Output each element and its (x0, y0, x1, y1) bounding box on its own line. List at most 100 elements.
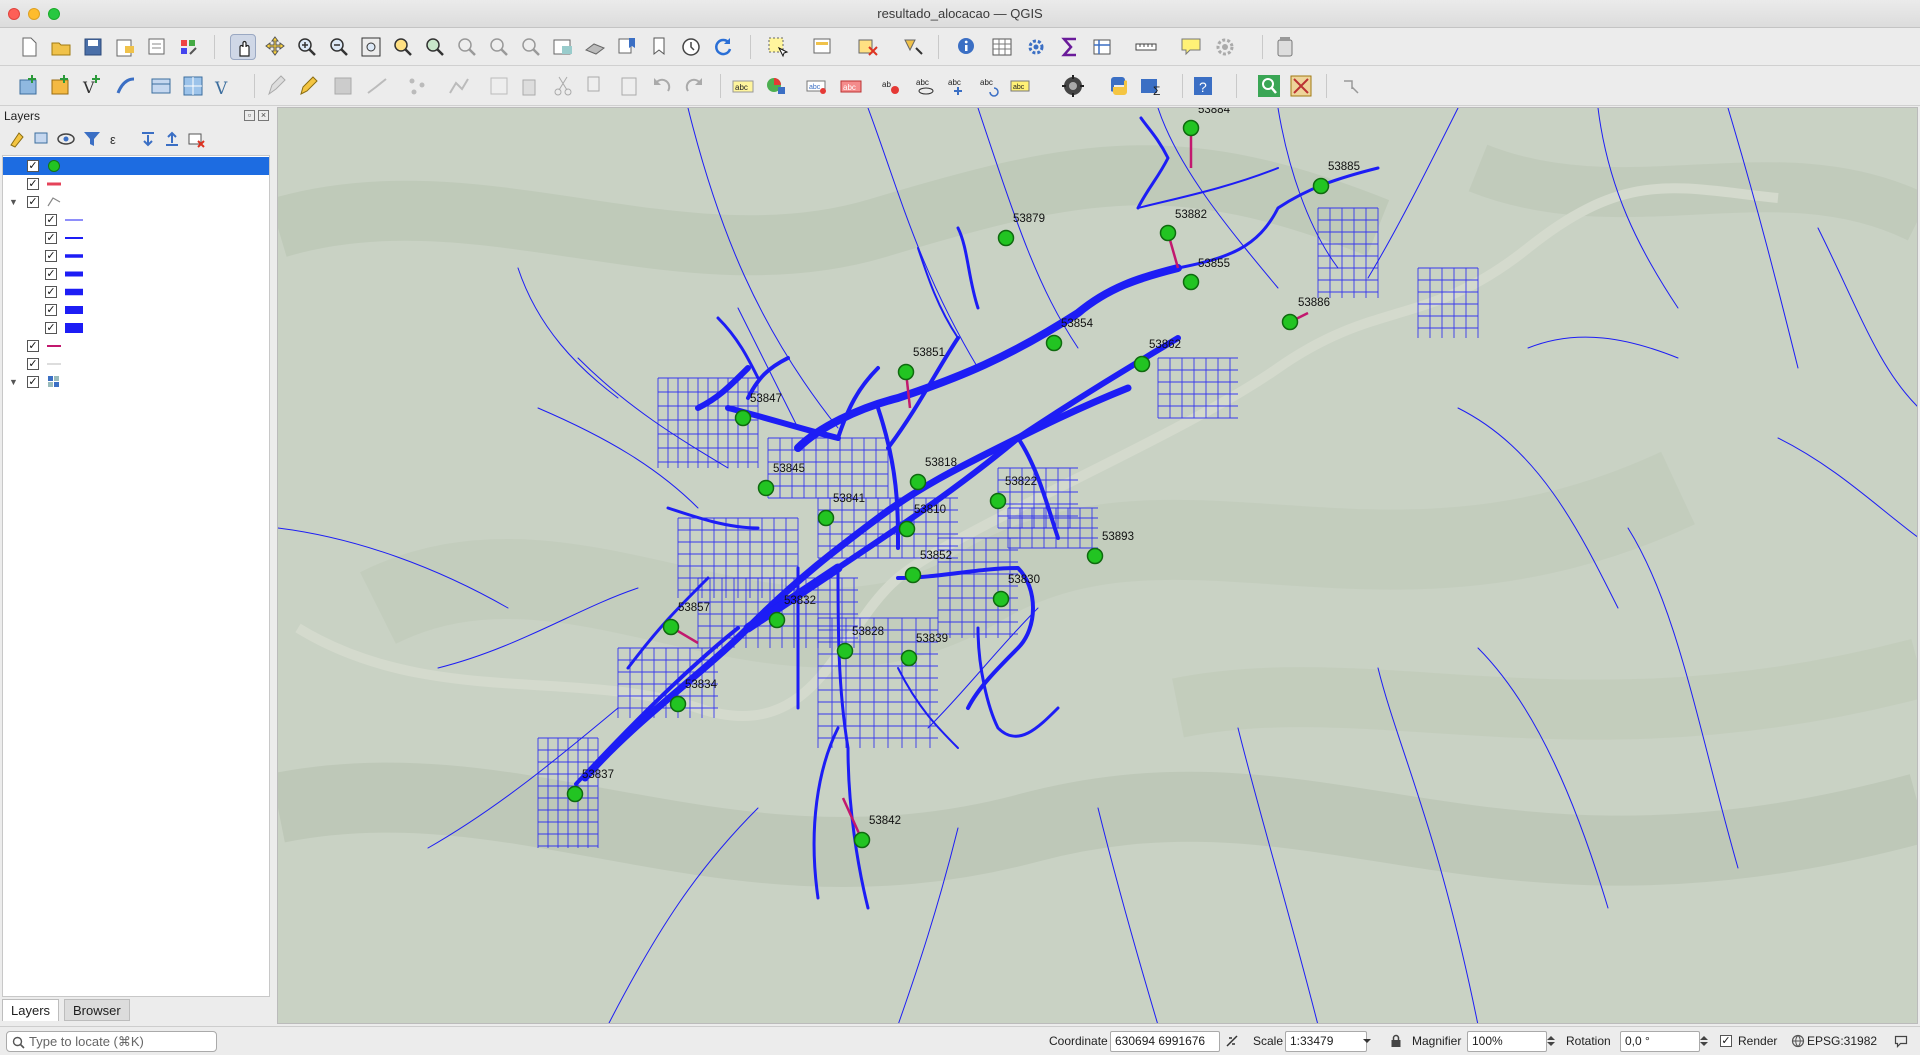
map-tips-button[interactable] (1178, 34, 1204, 60)
magnifier-stepper-icon[interactable] (1544, 1034, 1558, 1048)
zoom-out-button[interactable] (326, 34, 352, 60)
class-visibility-checkbox[interactable]: ✓ (45, 214, 57, 226)
render-checkbox[interactable]: ✓ (1720, 1035, 1732, 1047)
save-edits-button[interactable] (330, 73, 356, 99)
expand-arrow-icon[interactable]: ▼ (9, 373, 19, 391)
temporal-controller-button[interactable] (678, 34, 704, 60)
show-bookmarks-button[interactable] (646, 34, 672, 60)
add-delimited-text-button[interactable]: V (80, 73, 106, 99)
undo-button[interactable] (648, 73, 674, 99)
layer-visibility-checkbox[interactable]: ✓ (27, 376, 39, 388)
label-diagram-button[interactable] (764, 73, 790, 99)
legend-class-row[interactable]: ✓ (3, 301, 269, 319)
georeferencer-button[interactable] (1288, 73, 1314, 99)
manage-themes-button[interactable] (56, 129, 76, 149)
redo-button[interactable] (682, 73, 708, 99)
class-visibility-checkbox[interactable]: ✓ (45, 322, 57, 334)
refresh-button[interactable] (710, 34, 736, 60)
layer-row-rede[interactable]: ▼ ✓ (3, 193, 269, 211)
new-project-button[interactable] (16, 34, 42, 60)
class-visibility-checkbox[interactable]: ✓ (45, 304, 57, 316)
coordinate-field[interactable]: 630694 6991676 (1110, 1031, 1220, 1052)
new-map-view-button[interactable] (550, 34, 576, 60)
measure-button[interactable] (1133, 34, 1159, 60)
zoom-to-selection-button[interactable] (390, 34, 416, 60)
layer-row-conectores[interactable]: ✓ (3, 337, 269, 355)
python-console-button[interactable] (1106, 73, 1132, 99)
legend-class-row[interactable]: ✓ (3, 283, 269, 301)
processing-toolbox-button[interactable] (1023, 34, 1049, 60)
layout-manager-button[interactable] (144, 34, 170, 60)
statistics-button[interactable] (1057, 34, 1083, 60)
label-abc-button[interactable]: abc (730, 73, 756, 99)
empty-tool-button[interactable] (1338, 73, 1364, 99)
expand-all-button[interactable] (138, 129, 158, 149)
filter-legend-button[interactable] (82, 129, 102, 149)
add-wms-button[interactable] (112, 73, 138, 99)
legend-class-row[interactable]: ✓ (3, 319, 269, 337)
pan-button[interactable] (230, 34, 256, 60)
add-mesh-button[interactable] (180, 73, 206, 99)
expand-arrow-icon[interactable]: ▼ (9, 193, 19, 211)
lock-scale-icon[interactable] (1389, 1034, 1403, 1048)
field-calculator-button[interactable]: Σ (1138, 73, 1164, 99)
open-table-button[interactable] (1090, 34, 1116, 60)
close-panel-button[interactable]: × (258, 110, 269, 121)
add-layer-group-button[interactable] (148, 73, 174, 99)
open-project-button[interactable] (48, 34, 74, 60)
new-bookmark-button[interactable] (614, 34, 640, 60)
layer-row-rede-break[interactable]: ✓ (3, 355, 269, 373)
new-3d-map-button[interactable] (582, 34, 608, 60)
attribute-table-button[interactable] (989, 34, 1015, 60)
delete-selected-button[interactable] (516, 73, 542, 99)
save-project-button[interactable] (80, 34, 106, 60)
vertex-tool-button[interactable] (404, 73, 430, 99)
layer-visibility-checkbox[interactable]: ✓ (27, 160, 39, 172)
crs-button[interactable]: EPSG:31982 (1807, 1034, 1877, 1048)
add-virtual-layer-button[interactable]: V (212, 73, 238, 99)
remove-layer-button[interactable] (186, 129, 206, 149)
rotation-stepper-icon[interactable] (1697, 1034, 1711, 1048)
tab-browser[interactable]: Browser (64, 999, 130, 1021)
layer-row-google-satellite[interactable]: ▼ ✓ (3, 373, 269, 391)
locator-input[interactable] (29, 1034, 214, 1049)
tab-layers[interactable]: Layers (2, 999, 60, 1021)
layer-visibility-checkbox[interactable]: ✓ (27, 340, 39, 352)
new-print-layout-button[interactable] (112, 34, 138, 60)
layer-visibility-checkbox[interactable]: ✓ (27, 196, 39, 208)
gps-button[interactable] (1060, 73, 1086, 99)
magnifier-field[interactable]: 100% (1467, 1031, 1547, 1052)
layer-row-centroides[interactable]: ✓ (3, 157, 269, 175)
copy-button[interactable] (582, 73, 608, 99)
zoom-to-layer-button[interactable] (422, 34, 448, 60)
select-location-button[interactable] (900, 34, 926, 60)
select-by-value-button[interactable] (810, 34, 836, 60)
scale-combo[interactable]: 1:33479 (1285, 1031, 1367, 1052)
add-vector-layer-button[interactable] (16, 73, 42, 99)
label-move-2-button[interactable]: abc (944, 73, 970, 99)
settings-gear-button[interactable] (1212, 34, 1238, 60)
layer-tree[interactable]: ✓ ✓ ▼ ✓ ✓ ✓ ✓ ✓ ✓ ✓ ✓ ✓ ✓ ▼ ✓ (2, 155, 270, 997)
class-visibility-checkbox[interactable]: ✓ (45, 268, 57, 280)
legend-class-row[interactable]: ✓ (3, 265, 269, 283)
zoom-last-button[interactable] (486, 34, 512, 60)
zoom-in-button[interactable] (294, 34, 320, 60)
identify-button[interactable] (954, 34, 980, 60)
layer-visibility-checkbox[interactable]: ✓ (27, 178, 39, 190)
filter-expression-button[interactable]: ε (108, 129, 128, 149)
zoom-full-button[interactable] (358, 34, 384, 60)
label-pin-button[interactable]: abc (804, 73, 830, 99)
class-visibility-checkbox[interactable]: ✓ (45, 232, 57, 244)
class-visibility-checkbox[interactable]: ✓ (45, 250, 57, 262)
label-rotate-button[interactable]: abc (976, 73, 1002, 99)
label-move-button[interactable]: ab (878, 73, 904, 99)
select-features-button[interactable] (765, 34, 791, 60)
toggle-extents-icon[interactable] (1225, 1034, 1239, 1048)
map-canvas[interactable]: 53884 53885 53879 53882 53855 53886 53854 53862… (277, 107, 1918, 1024)
modify-attributes-button[interactable] (486, 73, 512, 99)
float-panel-button[interactable]: ▫ (244, 110, 255, 121)
locator-search-button[interactable] (1256, 73, 1282, 99)
label-change-button[interactable]: abc (1008, 73, 1034, 99)
cut-button[interactable] (550, 73, 576, 99)
deselect-button[interactable] (855, 34, 881, 60)
